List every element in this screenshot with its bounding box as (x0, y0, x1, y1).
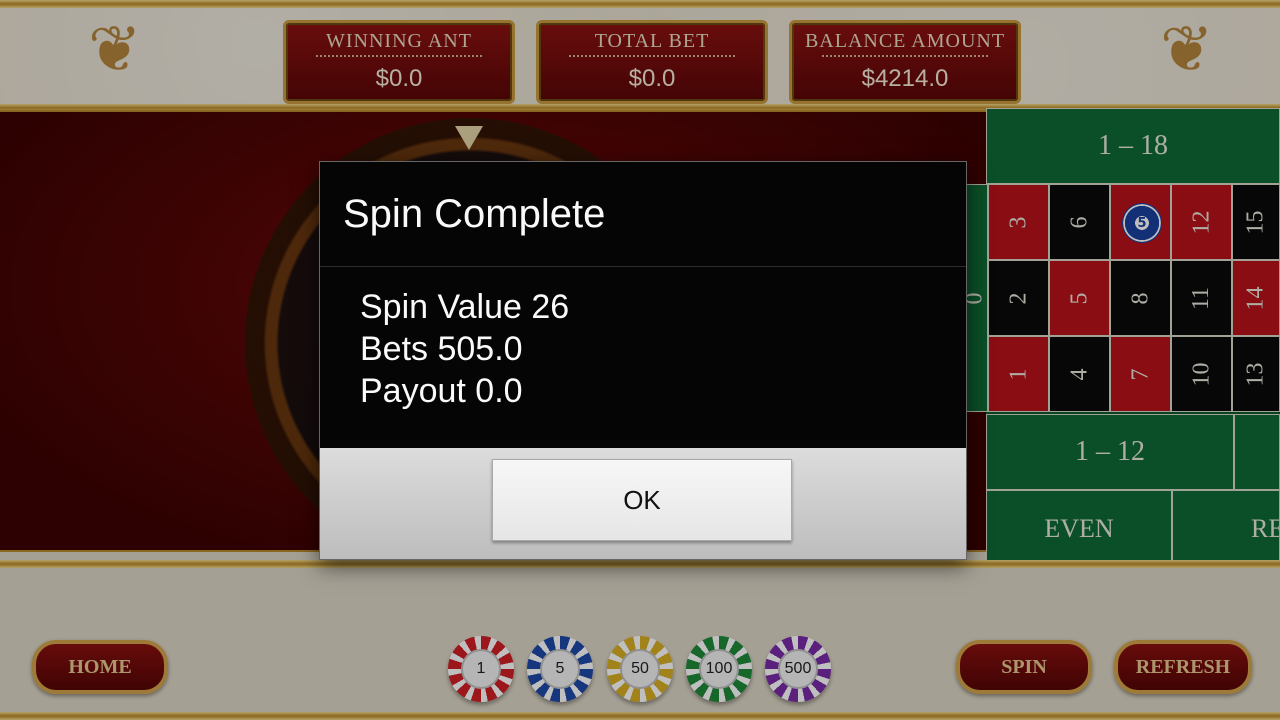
dialog-title: Spin Complete (343, 192, 606, 236)
dialog-divider (320, 266, 966, 267)
payout-text: Payout 0.0 (360, 372, 523, 410)
spin-complete-dialog: Spin Complete Spin Value 26 Bets 505.0 P… (319, 161, 967, 560)
spin-value-text: Spin Value 26 (360, 288, 570, 326)
bets-text: Bets 505.0 (360, 330, 523, 368)
ok-button[interactable]: OK (492, 459, 792, 541)
dialog-footer: OK (320, 448, 966, 559)
